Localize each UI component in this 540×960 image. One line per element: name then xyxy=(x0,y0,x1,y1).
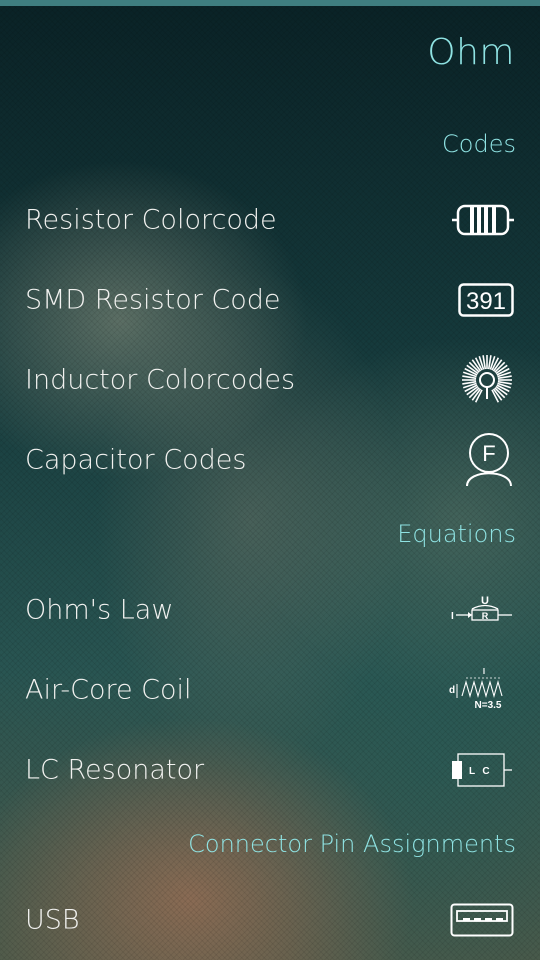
item-label: Inductor Colorcodes xyxy=(25,364,296,396)
item-label: USB xyxy=(25,904,80,936)
list-item-capacitor-codes[interactable]: Capacitor Codes F xyxy=(0,420,540,500)
smd-code-icon: 391 xyxy=(458,283,514,317)
section-header-connector-pin-assignments: Connector Pin Assignments xyxy=(188,830,516,858)
list-item-air-core-coil[interactable]: Air-Core Coil d l N=3.5 xyxy=(0,650,540,730)
list-item-usb[interactable]: USB xyxy=(0,880,540,960)
list-item-ohms-law[interactable]: Ohm's Law U I R xyxy=(0,570,540,650)
item-label: Capacitor Codes xyxy=(25,444,247,476)
section-header-equations: Equations xyxy=(397,520,516,548)
resistor-label: R xyxy=(482,611,489,621)
list-item-lc-resonator[interactable]: LC Resonator L C xyxy=(0,730,540,810)
coil-parameters-icon: d l N=3.5 xyxy=(448,668,514,712)
resistor-icon xyxy=(452,202,514,238)
list-item-resistor-colorcode[interactable]: Resistor Colorcode xyxy=(0,180,540,260)
usb-connector-icon xyxy=(450,903,514,937)
list-item-inductor-colorcodes[interactable]: Inductor Colorcodes xyxy=(0,340,540,420)
list-item-smd-resistor-code[interactable]: SMD Resistor Code 391 xyxy=(0,260,540,340)
capacitor-farad-icon: F xyxy=(464,433,514,487)
item-label: LC Resonator xyxy=(25,754,205,786)
current-label: I xyxy=(451,611,454,622)
item-label: Air-Core Coil xyxy=(25,674,192,706)
item-label: Resistor Colorcode xyxy=(25,204,277,236)
lc-circuit-icon: L C xyxy=(450,752,514,788)
capacitor-label: C xyxy=(482,766,489,777)
inductor-coil-icon xyxy=(460,353,514,407)
inductor-label: L xyxy=(469,766,475,777)
turns-label: N=3.5 xyxy=(475,700,502,711)
length-label: l xyxy=(483,668,485,676)
ohms-law-circuit-icon: U I R xyxy=(448,594,514,626)
diameter-label: d xyxy=(449,685,455,696)
smd-code-text: 391 xyxy=(466,288,506,315)
farad-text: F xyxy=(482,441,495,466)
status-indicator-bar xyxy=(0,0,540,6)
item-label: Ohm's Law xyxy=(25,594,174,626)
page-title: Ohm xyxy=(427,32,515,73)
item-label: SMD Resistor Code xyxy=(25,284,281,316)
section-header-codes: Codes xyxy=(442,130,516,158)
